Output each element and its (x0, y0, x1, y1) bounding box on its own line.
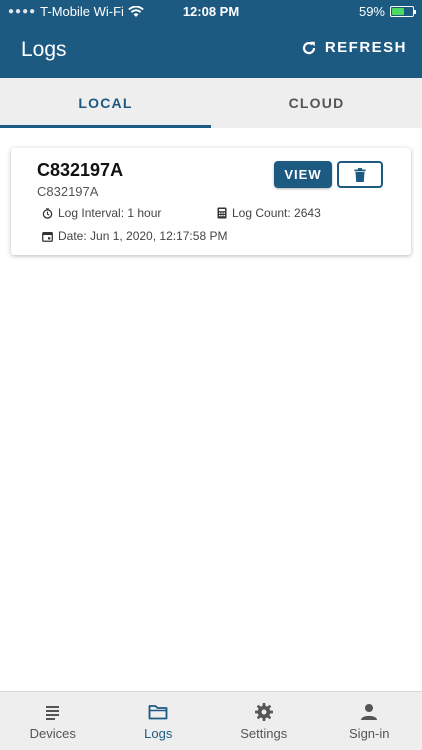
battery-fill (392, 8, 404, 15)
calculator-icon (217, 207, 227, 219)
nav-settings[interactable]: Settings (211, 692, 317, 750)
page-title: Logs (21, 38, 67, 61)
nav-logs[interactable]: Logs (106, 692, 212, 750)
refresh-label: REFRESH (324, 39, 407, 56)
nav-settings-label: Settings (240, 725, 288, 741)
view-button[interactable]: VIEW (274, 161, 332, 188)
status-bar: ●●●● T-Mobile Wi-Fi 12:08 PM 59% (0, 0, 422, 24)
tab-local[interactable]: LOCAL (0, 78, 211, 128)
person-icon (361, 703, 378, 720)
log-date: Date: Jun 1, 2020, 12:17:58 PM (42, 229, 227, 243)
nav-logs-label: Logs (144, 725, 173, 741)
devices-icon (45, 705, 59, 720)
timer-icon (42, 207, 53, 219)
battery-percent: 59% (358, 4, 385, 19)
log-card[interactable]: C832197A C832197A Log Interval: 1 hour L… (11, 148, 411, 255)
trash-icon (354, 167, 366, 182)
status-right: 59% (358, 4, 416, 19)
refresh-icon (302, 41, 315, 54)
log-card-subtitle: C832197A (37, 184, 99, 199)
nav-signin[interactable]: Sign-in (317, 692, 422, 750)
bottom-nav: Devices Logs Settings Sign-in (0, 691, 422, 750)
log-card-title: C832197A (37, 160, 124, 180)
refresh-button[interactable]: REFRESH (301, 39, 407, 56)
gear-icon (254, 702, 273, 721)
calendar-icon (42, 231, 53, 242)
app-header: ●●●● T-Mobile Wi-Fi 12:08 PM 59% Logs RE… (0, 0, 422, 78)
log-interval: Log Interval: 1 hour (42, 206, 161, 220)
nav-signin-label: Sign-in (349, 725, 390, 741)
tab-cloud[interactable]: CLOUD (211, 78, 422, 128)
tab-bar: LOCAL CLOUD (0, 78, 422, 128)
log-count-text: Log Count: 2643 (232, 206, 321, 220)
nav-devices[interactable]: Devices (0, 692, 106, 750)
log-count: Log Count: 2643 (217, 206, 321, 220)
folder-icon (148, 704, 168, 719)
nav-devices-label: Devices (29, 725, 76, 741)
battery-icon (390, 6, 416, 17)
log-date-text: Date: Jun 1, 2020, 12:17:58 PM (58, 229, 228, 243)
log-interval-text: Log Interval: 1 hour (58, 206, 162, 220)
delete-button[interactable] (337, 161, 383, 188)
